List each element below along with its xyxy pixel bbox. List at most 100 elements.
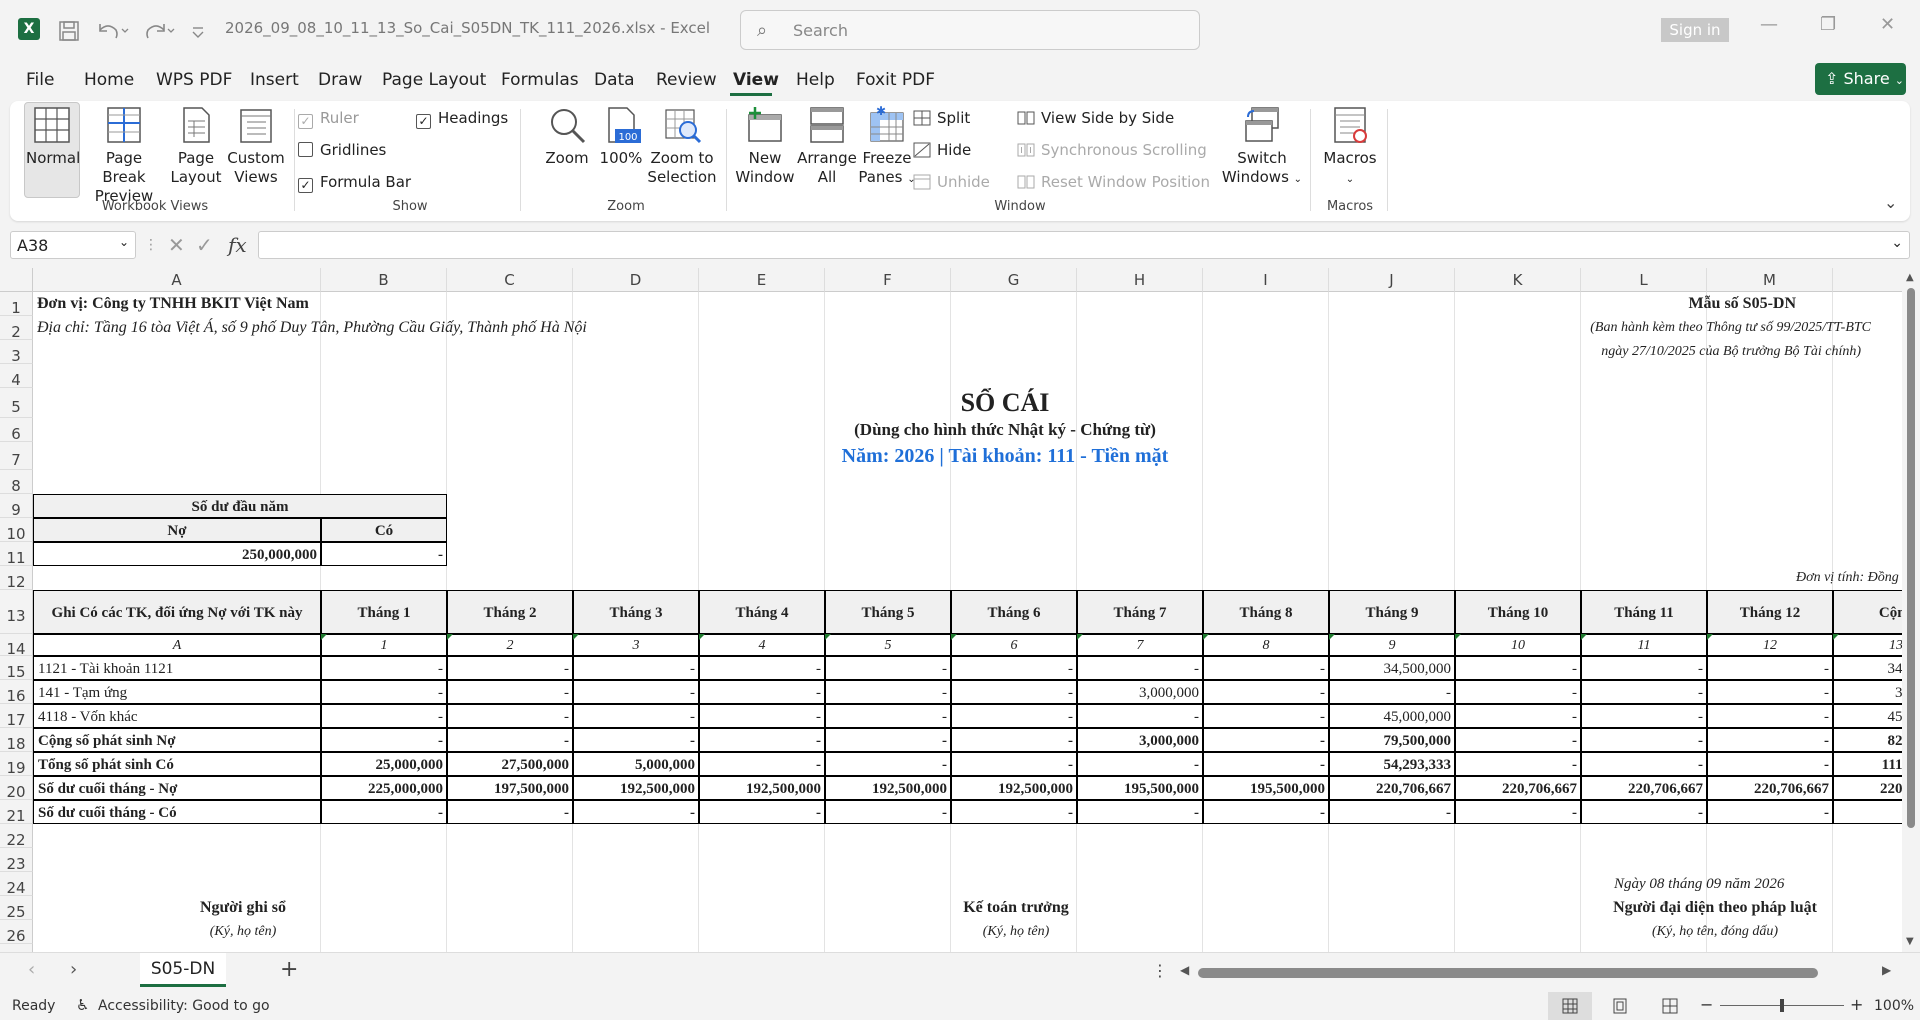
column-header-d[interactable]: D [573,268,699,292]
horizontal-scroll-thumb[interactable] [1198,968,1818,978]
restore-icon[interactable]: ❐ [1820,14,1836,35]
row-header-5[interactable]: 5 [0,388,33,418]
row-header-18[interactable]: 18 [0,728,33,753]
zoom-level[interactable]: 100% [1874,998,1914,1014]
confirm-icon[interactable]: ✓ [196,233,213,257]
formula-input[interactable]: ⌄ [258,231,1910,259]
row-header-11[interactable]: 11 [0,542,33,567]
share-button[interactable]: ⇪ Share ⌄ [1815,63,1906,95]
split-button[interactable]: Split [913,108,970,128]
zoom-out-icon[interactable]: − [1700,995,1713,1014]
redo-icon[interactable] [142,20,176,42]
formula-bar-checkbox[interactable]: ✓ Formula Bar [298,172,411,193]
vertical-scroll-thumb[interactable] [1907,288,1915,828]
row-header-4[interactable]: 4 [0,364,33,389]
custom-views-button[interactable]: Custom Views [226,105,286,187]
ribbon-collapse-icon[interactable]: ⌄ [1884,193,1897,212]
row-header-20[interactable]: 20 [0,776,33,801]
menu-data[interactable]: Data [594,70,635,90]
normal-view-status-icon[interactable] [1562,998,1578,1014]
close-icon[interactable]: ✕ [1880,14,1895,35]
row-header-6[interactable]: 6 [0,418,33,443]
menu-foxit-pdf[interactable]: Foxit PDF [856,70,935,90]
worksheet-grid[interactable]: A B C D E F G H I J K L M 1 2 3 4 5 6 7 8 9 10 11 12 13 14 15 16 17 18… [0,268,1920,952]
row-header-21[interactable]: 21 [0,800,33,825]
vertical-scrollbar[interactable]: ▲ ▼ [1902,268,1920,952]
select-all-corner[interactable] [0,268,33,292]
scroll-left-icon[interactable]: ◀ [1180,963,1189,977]
headings-checkbox[interactable]: ✓ Headings [416,108,508,129]
new-window-button[interactable]: New Window [730,105,800,187]
row-header-22[interactable]: 22 [0,824,33,849]
column-header-b[interactable]: B [321,268,447,292]
menu-draw[interactable]: Draw [318,70,362,90]
row-header-12[interactable]: 12 [0,566,33,591]
chevron-right-icon[interactable]: › [70,959,77,980]
zoom-button[interactable]: Zoom [532,105,602,168]
sheet-tab-s05-dn[interactable]: S05-DN [140,953,226,987]
column-header-e[interactable]: E [699,268,825,292]
page-break-status-icon[interactable] [1662,998,1678,1014]
menu-formulas[interactable]: Formulas [501,70,579,90]
menu-home[interactable]: Home [84,70,134,90]
row-header-3[interactable]: 3 [0,340,33,365]
column-header-a[interactable]: A [33,268,321,292]
menu-review[interactable]: Review [656,70,717,90]
column-header-f[interactable]: F [825,268,951,292]
gridlines-checkbox[interactable]: Gridlines [298,140,386,160]
row-header-27[interactable]: 27 [0,944,33,952]
row-header-9[interactable]: 9 [0,494,33,519]
save-icon[interactable] [58,20,80,42]
column-header-k[interactable]: K [1455,268,1581,292]
menu-wps-pdf[interactable]: WPS PDF [156,70,232,90]
row-header-8[interactable]: 8 [0,470,33,495]
sign-in-button[interactable]: Sign in [1661,18,1729,42]
ruler-checkbox[interactable]: ✓ Ruler [298,108,359,129]
row-header-25[interactable]: 25 [0,896,33,921]
menu-insert[interactable]: Insert [250,70,299,90]
row-header-19[interactable]: 19 [0,752,33,777]
row-header-26[interactable]: 26 [0,920,33,945]
scroll-down-icon[interactable]: ▼ [1906,936,1914,947]
scroll-up-icon[interactable]: ▲ [1906,272,1914,283]
accessibility-status[interactable]: Accessibility: Good to go [98,998,270,1014]
row-header-13[interactable]: 13 [0,590,33,634]
normal-view-button[interactable]: Normal [26,105,80,168]
zoom-100-button[interactable]: 100 100% [596,105,646,168]
search-box[interactable]: ⌕ Search [740,10,1200,50]
menu-help[interactable]: Help [796,70,835,90]
scroll-right-icon[interactable]: ▶ [1882,963,1891,977]
chevron-left-icon[interactable]: ‹ [28,959,35,980]
menu-view[interactable]: View [733,70,779,90]
switch-windows-button[interactable]: Switch Windows ⌄ [1220,105,1304,189]
row-header-7[interactable]: 7 [0,442,33,470]
row-header-24[interactable]: 24 [0,872,33,897]
reset-window-position-button[interactable]: Reset Window Position [1017,172,1210,192]
column-header-h[interactable]: H [1077,268,1203,292]
column-header-c[interactable]: C [447,268,573,292]
column-header-g[interactable]: G [951,268,1077,292]
freeze-panes-button[interactable]: ✱ Freeze Panes ⌄ [854,105,920,189]
add-sheet-icon[interactable]: + [280,957,298,982]
zoom-in-icon[interactable]: + [1850,995,1863,1014]
zoom-slider-thumb[interactable] [1780,999,1784,1012]
menu-page-layout[interactable]: Page Layout [382,70,486,90]
column-header-i[interactable]: I [1203,268,1329,292]
name-box[interactable]: A38 ⌄ [10,231,136,259]
insert-function-icon[interactable]: fx [228,233,247,257]
row-header-17[interactable]: 17 [0,704,33,729]
macros-button[interactable]: Macros ⌄ [1318,105,1382,189]
zoom-to-selection-button[interactable]: Zoom to Selection [642,105,722,187]
page-layout-view-button[interactable]: Page Layout [168,105,224,187]
hide-button[interactable]: Hide [913,140,971,160]
more-options-icon[interactable]: ⋮ [1152,961,1168,980]
view-side-by-side-button[interactable]: View Side by Side [1017,108,1174,128]
undo-icon[interactable] [96,20,130,42]
column-header-j[interactable]: J [1329,268,1455,292]
row-header-10[interactable]: 10 [0,518,33,543]
unhide-button[interactable]: Unhide [913,172,990,192]
column-header-m[interactable]: M [1707,268,1833,292]
row-header-16[interactable]: 16 [0,680,33,705]
column-header-l[interactable]: L [1581,268,1707,292]
customize-toolbar-icon[interactable] [190,20,206,42]
